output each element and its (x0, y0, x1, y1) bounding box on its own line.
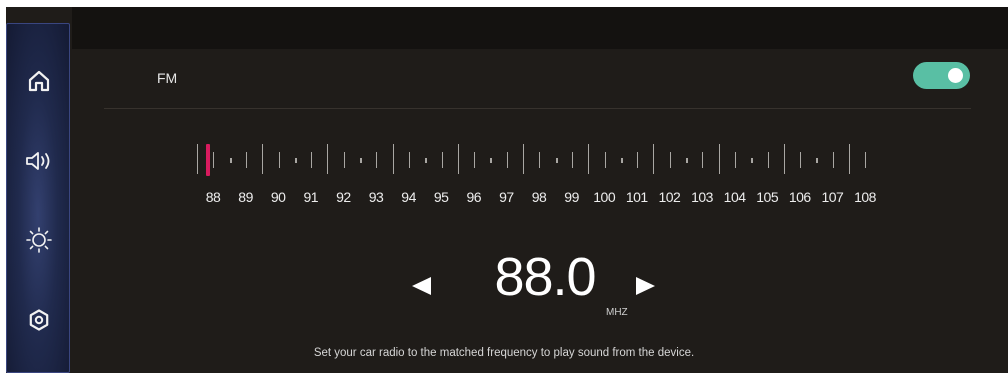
scale-label: 96 (466, 189, 482, 205)
scale-tick (441, 152, 443, 168)
scale-tick (343, 152, 345, 168)
frequency-unit: MHZ (606, 307, 628, 318)
scale-label: 104 (723, 189, 746, 205)
scale-tick (783, 144, 785, 174)
scale-tick (865, 152, 867, 168)
scale-tick (360, 158, 362, 163)
scale-label: 93 (368, 189, 384, 205)
scale-tick (539, 152, 541, 168)
divider (104, 108, 971, 109)
instruction-text: Set your car radio to the matched freque… (313, 347, 695, 359)
scale-label: 89 (238, 189, 253, 205)
scale-tick (734, 152, 736, 168)
scale-tick (457, 144, 459, 174)
scale-tick (800, 152, 802, 168)
scale-label: 94 (401, 189, 416, 205)
top-bar (72, 7, 1008, 49)
scale-label: 106 (788, 189, 811, 205)
scale-tick (669, 152, 671, 168)
scale-label: 107 (821, 189, 844, 205)
scale-tick (197, 144, 198, 174)
scale-label: 102 (658, 189, 681, 205)
scale-tick (555, 158, 558, 163)
scale-tick (262, 144, 264, 174)
scale-tick (311, 152, 313, 168)
scale-tick (604, 152, 606, 168)
scale-tick (294, 158, 297, 163)
sidebar-item-volume[interactable] (19, 141, 59, 181)
scale-tick (767, 152, 769, 168)
scale-tick (376, 152, 378, 168)
frequency-row: 88.0 MHZ (0, 238, 1008, 328)
scale-label: 97 (499, 189, 514, 205)
scale-tick (718, 144, 720, 174)
scale-tick (620, 158, 623, 163)
scale-label: 99 (564, 189, 579, 205)
scale-tick (506, 152, 508, 168)
scale-label: 98 (531, 189, 547, 205)
scale-label: 90 (270, 189, 286, 205)
scale-tick (408, 152, 410, 168)
scale-tick (751, 158, 754, 163)
scale-tick (849, 144, 850, 174)
frequency-value: 88.0 (494, 247, 596, 307)
frequency-marker[interactable] (206, 144, 210, 176)
scale-label: 108 (854, 189, 876, 205)
scale-tick (490, 158, 493, 163)
scale-label: 103 (691, 189, 713, 205)
band-label: FM (157, 70, 178, 86)
scale-label: 88 (205, 189, 221, 205)
scale-tick (392, 144, 394, 174)
scale-tick (229, 158, 232, 163)
scale-tick (832, 152, 834, 168)
scale-tick (425, 158, 428, 163)
scale-label: 92 (336, 189, 351, 205)
scale-tick (278, 152, 280, 168)
scale-label: 101 (625, 189, 648, 205)
scale-tick (686, 158, 688, 163)
sidebar-item-home[interactable] (19, 61, 59, 101)
scale-tick (213, 152, 215, 168)
scale-tick (816, 158, 819, 163)
volume-icon (24, 149, 54, 173)
frequency-scale[interactable]: 88 89 90 91 92 93 94 95 96 97 98 99 100 101 102 103 104 1… (185, 144, 885, 234)
scale-tick (571, 152, 573, 168)
scale-tick (653, 144, 655, 174)
scale-tick (245, 152, 247, 168)
scale-tick (637, 152, 639, 168)
scale-tick (588, 144, 590, 174)
home-icon (27, 69, 51, 93)
scale-tick (523, 144, 524, 174)
scale-label: 100 (593, 189, 616, 205)
scale-tick (702, 152, 704, 168)
scale-tick (474, 152, 476, 168)
toggle-knob (948, 68, 963, 83)
scale-label: 91 (303, 189, 319, 205)
scale-label: 95 (433, 189, 449, 205)
radio-power-toggle[interactable] (913, 62, 970, 89)
scale-label: 105 (756, 189, 779, 205)
scale-tick (327, 144, 329, 174)
next-frequency-button[interactable] (636, 277, 655, 295)
prev-frequency-button[interactable] (412, 277, 431, 295)
